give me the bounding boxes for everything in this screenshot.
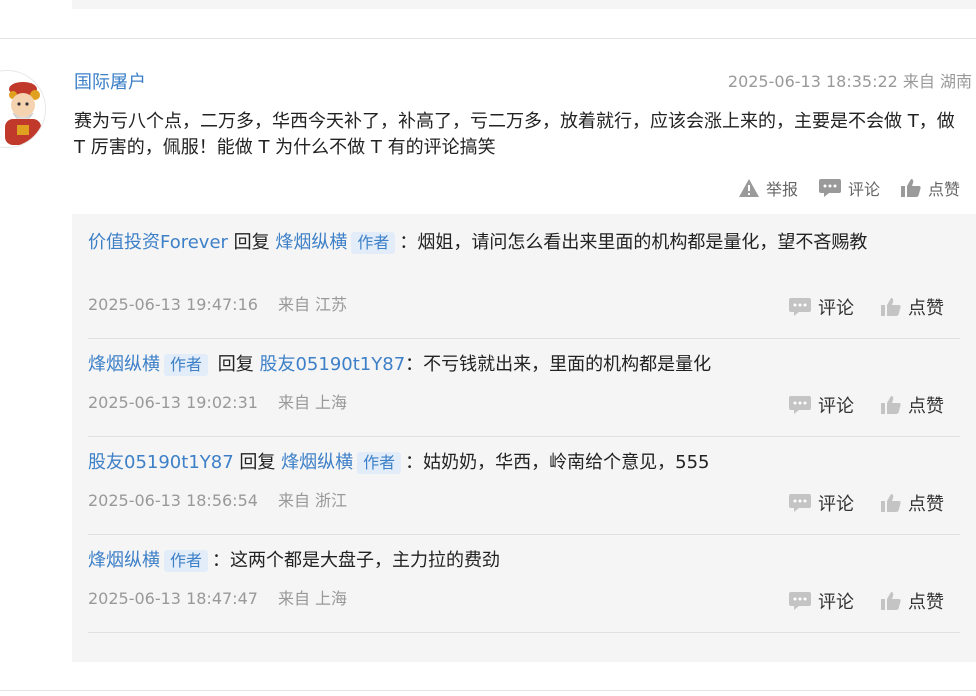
reply-location: 来自 江苏 — [277, 295, 348, 314]
reply-body: ：姑奶奶，华西，岭南给个意见，555 — [405, 452, 710, 473]
reply-body: ：不亏钱就出来，里面的机构都是量化 — [405, 354, 712, 375]
reply-meta: 2025-06-13 19:02:31 来自 上海 — [88, 392, 347, 414]
report-button[interactable]: 举报 — [738, 176, 798, 200]
reply-text-line: 股友05190t1Y87 回复 烽烟纵横 作者 ：姑奶奶，华西，岭南给个意见，555 — [88, 450, 960, 476]
comment-icon — [789, 592, 811, 610]
thumbs-up-icon — [881, 494, 901, 512]
reply-item: 股友05190t1Y87 回复 烽烟纵横 作者 ：姑奶奶，华西，岭南给个意见，555… — [88, 450, 960, 535]
reply-comment-label: 评论 — [818, 298, 854, 319]
reply-like-label: 点赞 — [908, 494, 944, 515]
like-label: 点赞 — [927, 180, 960, 199]
reply-location: 来自 上海 — [277, 589, 348, 608]
warning-icon — [738, 179, 759, 197]
reply-text-line: 价值投资Forever 回复 烽烟纵横 作者 ：烟姐，请问怎么看出来里面的机构都是量… — [88, 230, 960, 256]
reply-divider — [88, 436, 960, 437]
reply-time: 2025-06-13 19:47:16 — [88, 295, 258, 314]
reply-comment-label: 评论 — [818, 592, 854, 613]
reply-item: 烽烟纵横 作者 回复 股友05190t1Y87：不亏钱就出来，里面的机构都是量化 … — [88, 352, 960, 437]
comment-actions: 举报 评论 点赞 — [738, 176, 960, 200]
reply-word: 回复 — [217, 354, 254, 375]
reply-like-button[interactable]: 点赞 — [880, 294, 944, 320]
reply-text-line: 烽烟纵横 作者 回复 股友05190t1Y87：不亏钱就出来，里面的机构都是量化 — [88, 352, 960, 378]
reply-item: 价值投资Forever 回复 烽烟纵横 作者 ：烟姐，请问怎么看出来里面的机构都是量… — [88, 230, 960, 339]
author-badge: 作者 — [357, 452, 402, 474]
comment-icon — [818, 179, 841, 197]
reply-like-label: 点赞 — [908, 298, 944, 319]
reply-actions: 评论 点赞 — [788, 490, 944, 516]
reply-word: 回复 — [233, 232, 270, 253]
reply-time: 2025-06-13 18:56:54 — [88, 491, 258, 510]
reply-like-button[interactable]: 点赞 — [880, 490, 944, 516]
reply-location: 来自 上海 — [277, 393, 348, 412]
author-badge: 作者 — [351, 232, 396, 254]
thumbs-up-icon — [900, 179, 921, 197]
reply-like-button[interactable]: 点赞 — [880, 588, 944, 614]
reply-comment-label: 评论 — [818, 494, 854, 515]
comment-username[interactable]: 国际屠户 — [74, 71, 146, 95]
author-badge: 作者 — [164, 354, 209, 376]
caishen-avatar-icon — [0, 71, 45, 147]
reply-item: 烽烟纵横 作者 ：这两个都是大盘子，主力拉的费劲 2025-06-13 18:47:… — [88, 548, 960, 633]
reply-divider — [88, 338, 960, 339]
thumbs-up-icon — [881, 592, 901, 610]
reply-user-link[interactable]: 烽烟纵横 — [88, 354, 160, 375]
thumbs-up-icon — [881, 396, 901, 414]
reply-actions: 评论 点赞 — [788, 588, 944, 614]
thumbs-up-icon — [881, 298, 901, 316]
reply-like-button[interactable]: 点赞 — [880, 392, 944, 418]
comment-icon — [789, 298, 811, 316]
reply-divider — [88, 632, 960, 633]
comment-label: 评论 — [847, 180, 880, 199]
reply-meta: 2025-06-13 18:47:47 来自 上海 — [88, 588, 347, 610]
divider — [0, 38, 976, 39]
reply-divider — [88, 534, 960, 535]
reply-user-link[interactable]: 烽烟纵横 — [88, 550, 160, 571]
comment-icon — [789, 396, 811, 414]
reply-meta: 2025-06-13 18:56:54 来自 浙江 — [88, 490, 347, 512]
previous-reply-box-bottom — [72, 0, 976, 9]
reply-body: ：烟姐，请问怎么看出来里面的机构都是量化，望不吝赐教 — [399, 232, 868, 253]
reply-target-link[interactable]: 股友05190t1Y87 — [259, 354, 405, 375]
divider — [0, 690, 976, 691]
reply-target-link[interactable]: 烽烟纵横 — [281, 452, 353, 473]
like-button[interactable]: 点赞 — [900, 176, 960, 200]
reply-comment-label: 评论 — [818, 396, 854, 417]
comment-time: 2025-06-13 18:35:22 来自 湖南 — [727, 72, 972, 91]
reply-comment-button[interactable]: 评论 — [788, 392, 854, 418]
reply-text-line: 烽烟纵横 作者 ：这两个都是大盘子，主力拉的费劲 — [88, 548, 960, 574]
reply-list: 价值投资Forever 回复 烽烟纵横 作者 ：烟姐，请问怎么看出来里面的机构都是量… — [72, 214, 976, 662]
reply-target-link[interactable]: 烽烟纵横 — [275, 232, 347, 253]
reply-like-label: 点赞 — [908, 592, 944, 613]
reply-comment-button[interactable]: 评论 — [788, 294, 854, 320]
reply-time: 2025-06-13 18:47:47 — [88, 589, 258, 608]
avatar[interactable] — [0, 70, 46, 148]
report-label: 举报 — [765, 180, 798, 199]
reply-comment-button[interactable]: 评论 — [788, 490, 854, 516]
comment-icon — [789, 494, 811, 512]
reply-body: ：这两个都是大盘子，主力拉的费劲 — [212, 550, 501, 571]
reply-actions: 评论 点赞 — [788, 294, 944, 320]
reply-user-link[interactable]: 股友05190t1Y87 — [88, 452, 234, 473]
author-badge: 作者 — [164, 550, 209, 572]
reply-actions: 评论 点赞 — [788, 392, 944, 418]
reply-time: 2025-06-13 19:02:31 — [88, 393, 258, 412]
reply-comment-button[interactable]: 评论 — [788, 588, 854, 614]
reply-user-link[interactable]: 价值投资Forever — [88, 232, 228, 253]
reply-meta: 2025-06-13 19:47:16 来自 江苏 — [88, 294, 347, 316]
comment-button[interactable]: 评论 — [818, 176, 880, 200]
reply-like-label: 点赞 — [908, 396, 944, 417]
comment-text: 赛为亏八个点，二万多，华西今天补了，补高了，亏二万多，放着就行，应该会涨上来的，… — [74, 111, 955, 158]
reply-word: 回复 — [239, 452, 276, 473]
reply-location: 来自 浙江 — [277, 491, 348, 510]
